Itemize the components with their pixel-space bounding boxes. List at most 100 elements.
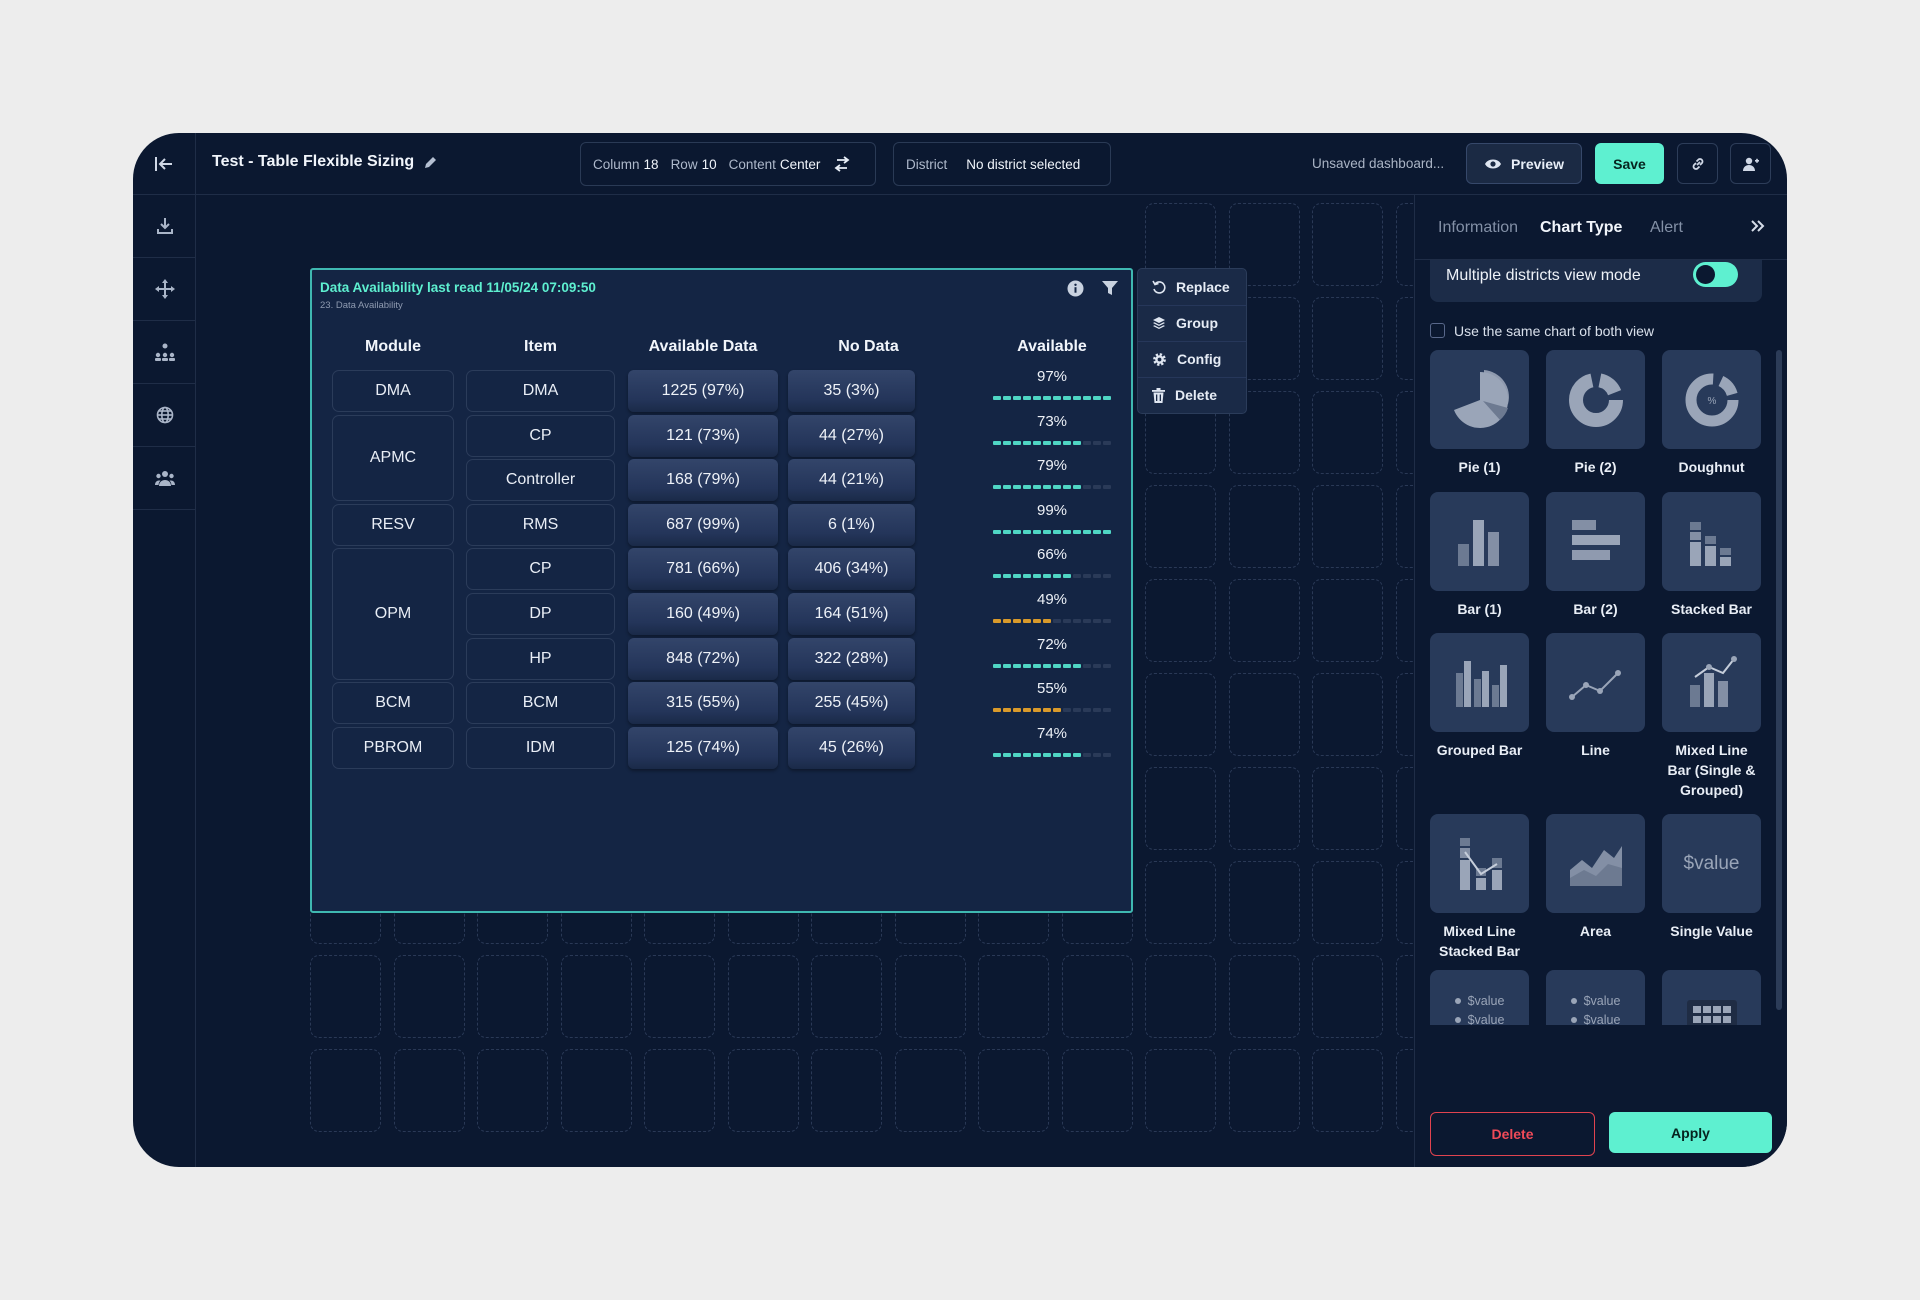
grid-cell[interactable] (1312, 1049, 1383, 1132)
grid-cell[interactable] (1061, 1049, 1133, 1132)
edit-title-button[interactable] (424, 155, 438, 169)
grid-cell[interactable] (1145, 673, 1216, 756)
chart-type-option[interactable]: Bar (1) (1430, 492, 1529, 619)
same-chart-label: Use the same chart of both view (1454, 323, 1654, 339)
grid-cell[interactable] (894, 1049, 966, 1132)
grid-cell[interactable] (811, 955, 882, 1038)
panel-scrollbar[interactable] (1776, 350, 1782, 1010)
tab-chart-type[interactable]: Chart Type (1540, 219, 1622, 237)
grid-cell[interactable] (1312, 203, 1383, 286)
grid-cell[interactable] (1145, 1049, 1216, 1132)
menu-group-label: Group (1176, 315, 1218, 331)
grid-cell[interactable] (644, 1049, 715, 1132)
chart-type-option[interactable]: % Doughnut (1662, 350, 1761, 477)
layout-settings-pill[interactable]: Column 18 Row 10 Content Center (580, 142, 876, 186)
nav-users[interactable] (133, 447, 196, 510)
panel-scroll-area[interactable]: Multiple districts view mode Use the sam… (1415, 260, 1787, 1025)
grid-cell[interactable] (1228, 767, 1300, 850)
tab-information[interactable]: Information (1438, 219, 1518, 237)
widget-subtitle: 23. Data Availability (320, 300, 403, 311)
grid-cell[interactable] (560, 1049, 632, 1132)
grid-cell[interactable] (1228, 955, 1300, 1038)
dashboard-canvas: Data Availability last read 11/05/24 07:… (196, 195, 1467, 1167)
same-chart-checkbox[interactable] (1430, 323, 1445, 338)
grid-cell[interactable] (811, 1049, 882, 1132)
availability-segment (1083, 440, 1091, 445)
chart-type-option[interactable]: Mixed Line Bar (Single & Grouped) (1662, 633, 1761, 800)
menu-replace[interactable]: Replace (1138, 269, 1246, 305)
grid-cell[interactable] (393, 1049, 465, 1132)
chart-type-option[interactable]: $value Single Value (1662, 814, 1761, 941)
grid-cell[interactable] (978, 955, 1049, 1038)
chart-type-option[interactable]: Grouped Bar (1430, 633, 1529, 760)
grid-cell[interactable] (1145, 861, 1216, 944)
nav-download[interactable] (133, 195, 196, 258)
chart-type-option[interactable]: Mixed Line Stacked Bar (1430, 814, 1529, 961)
grid-cell[interactable] (1145, 485, 1216, 568)
chart-type-option[interactable]: $value$value$valueWater (1546, 970, 1645, 1025)
nav-hierarchy[interactable] (133, 321, 196, 384)
grid-cell[interactable] (1312, 579, 1383, 662)
grid-cell[interactable] (727, 1049, 799, 1132)
grid-cell[interactable] (310, 955, 381, 1038)
delete-button[interactable]: Delete (1430, 1112, 1595, 1156)
chart-type-option[interactable]: Area (1546, 814, 1645, 941)
chart-type-option[interactable]: $value$value$valueMultiple Value (1430, 970, 1529, 1025)
district-pill[interactable]: District No district selected (893, 142, 1111, 186)
grid-cell[interactable] (978, 1049, 1049, 1132)
grid-cell[interactable] (644, 955, 715, 1038)
chart-type-option[interactable]: Stacked Bar (1662, 492, 1761, 619)
data-availability-widget[interactable]: Data Availability last read 11/05/24 07:… (310, 268, 1133, 913)
chart-type-option[interactable]: Table (1662, 970, 1761, 1025)
share-link-button[interactable] (1677, 143, 1718, 184)
grid-cell[interactable] (1145, 955, 1216, 1038)
chart-type-option[interactable]: Pie (1) (1430, 350, 1529, 477)
menu-delete[interactable]: Delete (1138, 377, 1246, 413)
grid-cell[interactable] (1145, 579, 1216, 662)
available-data-cell: 168 (79%) (628, 459, 778, 502)
grid-cell[interactable] (1228, 1049, 1300, 1132)
grid-cell[interactable] (1312, 955, 1383, 1038)
grid-cell[interactable] (1312, 767, 1383, 850)
menu-group[interactable]: Group (1138, 305, 1246, 341)
grid-cell[interactable] (1312, 485, 1383, 568)
nav-move[interactable] (133, 258, 196, 321)
menu-config[interactable]: Config (1138, 341, 1246, 377)
chart-type-option[interactable]: Pie (2) (1546, 350, 1645, 477)
nav-globe[interactable] (133, 384, 196, 447)
grid-cell[interactable] (1061, 955, 1133, 1038)
grid-cell[interactable] (1145, 767, 1216, 850)
grid-cell[interactable] (1312, 391, 1383, 474)
add-user-button[interactable] (1730, 143, 1771, 184)
chart-type-option[interactable]: Line (1546, 633, 1645, 760)
grid-cell[interactable] (1312, 673, 1383, 756)
grid-cell[interactable] (1312, 297, 1383, 380)
preview-button[interactable]: Preview (1466, 143, 1582, 184)
save-button[interactable]: Save (1595, 143, 1664, 184)
grid-cell[interactable] (1312, 861, 1383, 944)
apply-button[interactable]: Apply (1609, 1112, 1772, 1153)
availability-segment (1033, 708, 1041, 713)
grid-cell[interactable] (477, 1049, 548, 1132)
grid-cell[interactable] (393, 955, 465, 1038)
mixed-line-stacked-bar-icon (1430, 814, 1529, 913)
col-header-no-data: No Data (838, 338, 899, 355)
grid-cell[interactable] (560, 955, 632, 1038)
grid-cell[interactable] (310, 1049, 381, 1132)
grid-cell[interactable] (1228, 579, 1300, 662)
grid-cell[interactable] (894, 955, 966, 1038)
expand-panel-button[interactable] (1750, 219, 1766, 233)
grid-cell[interactable] (727, 955, 799, 1038)
chart-type-option[interactable]: Bar (2) (1546, 492, 1645, 619)
no-data-cell: 322 (28%) (788, 637, 915, 680)
multi-district-toggle[interactable] (1693, 262, 1738, 287)
filter-button[interactable] (1102, 280, 1118, 296)
grid-cell[interactable] (1228, 485, 1300, 568)
info-button[interactable] (1067, 280, 1084, 297)
availability-percent: 66% (1036, 546, 1068, 564)
grid-cell[interactable] (1228, 673, 1300, 756)
grid-cell[interactable] (477, 955, 548, 1038)
collapse-sidebar-button[interactable] (133, 133, 196, 195)
tab-alert[interactable]: Alert (1650, 219, 1683, 237)
grid-cell[interactable] (1228, 861, 1300, 944)
